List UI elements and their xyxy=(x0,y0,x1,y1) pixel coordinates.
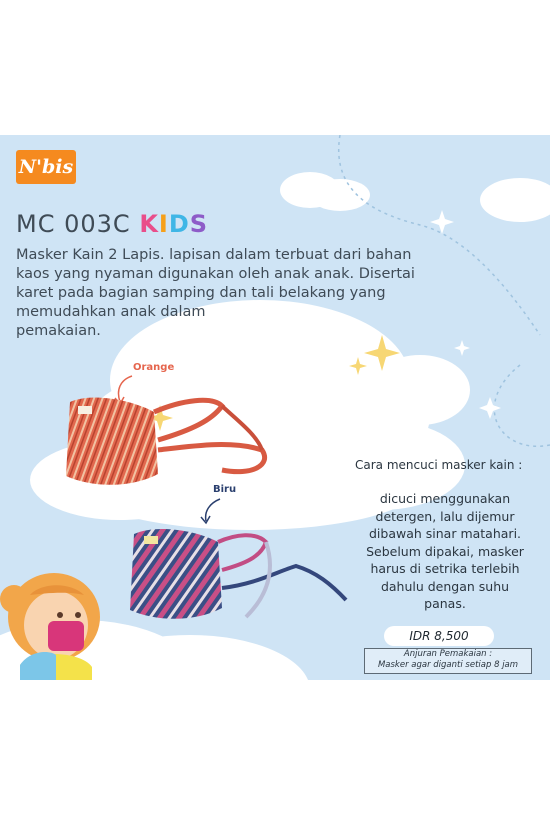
orange-mask-image xyxy=(66,397,267,485)
kids-letter-s: S xyxy=(189,210,209,238)
description-line: memudahkan anak dalam xyxy=(16,304,206,320)
description-line: pemakaian. xyxy=(16,323,101,339)
washing-instructions: dicuci menggunakan detergen, lalu dijemu… xyxy=(355,490,535,613)
usage-note: Anjuran Pemakaian : Masker agar diganti … xyxy=(364,648,532,674)
washing-line: panas. xyxy=(424,596,466,611)
description-line: karet pada bagian samping dan tali belak… xyxy=(16,285,386,301)
product-card: N'bis MC 003C KIDS Masker Kain 2 Lapis. … xyxy=(0,0,550,824)
girl-illustration xyxy=(0,573,100,680)
product-description: Masker Kain 2 Lapis. lapisan dalam terbu… xyxy=(16,246,456,341)
price-badge: IDR 8,500 xyxy=(384,626,494,646)
washing-line: dibawah sinar matahari. xyxy=(368,526,522,541)
biru-mask-image xyxy=(130,528,348,619)
kids-letter-d: D xyxy=(168,210,190,238)
washing-title: Cara mencuci masker kain : xyxy=(355,458,523,472)
washing-line: dahulu dengan suhu xyxy=(380,578,510,594)
washing-line: harus di setrika terlebih xyxy=(370,561,520,576)
washing-line: detergen, lalu dijemur xyxy=(375,508,515,524)
brand-logo: N'bis xyxy=(16,150,76,184)
usage-note-text: Masker agar diganti setiap 8 jam xyxy=(377,660,519,670)
kids-label: KIDS xyxy=(139,210,208,238)
usage-note-title: Anjuran Pemakaian : xyxy=(403,649,493,659)
kids-letter-i: I xyxy=(158,210,169,238)
description-line: Masker Kain 2 Lapis. lapisan dalam terbu… xyxy=(16,247,412,263)
kids-letter-k: K xyxy=(139,210,159,238)
product-title: MC 003C KIDS xyxy=(16,210,208,238)
washing-line: dicuci menggunakan xyxy=(379,491,511,506)
description-line: kaos yang nyaman digunakan oleh anak ana… xyxy=(16,266,415,282)
product-code: MC 003C xyxy=(16,210,131,238)
brand-logo-text: N'bis xyxy=(18,156,74,178)
washing-line: Sebelum dipakai, masker xyxy=(366,543,524,559)
